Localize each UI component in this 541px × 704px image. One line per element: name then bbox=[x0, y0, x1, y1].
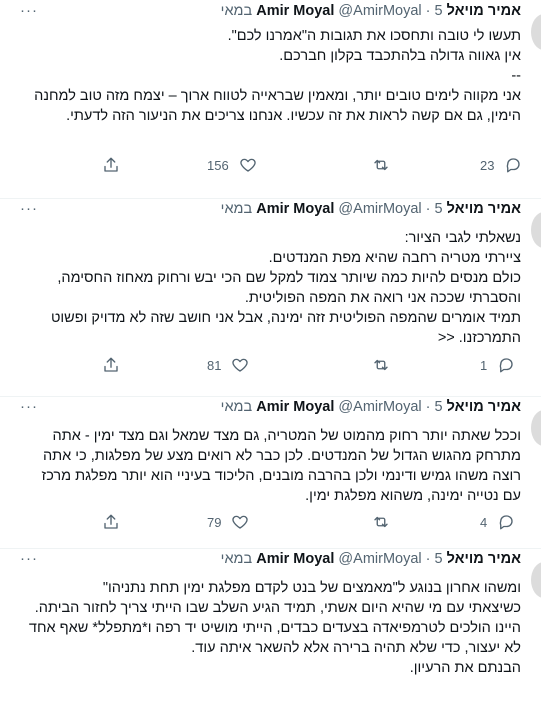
tweet-3[interactable]: ··· אמיר מויאל Amir Moyal @AmirMoyal · 5… bbox=[0, 396, 541, 549]
avatar[interactable] bbox=[531, 410, 541, 446]
tweet-2[interactable]: ··· אמיר מויאל Amir Moyal @AmirMoyal · 5… bbox=[0, 198, 541, 397]
retweet-icon bbox=[374, 159, 388, 171]
header-separator: · bbox=[425, 551, 431, 567]
more-options-icon[interactable]: ··· bbox=[20, 200, 38, 217]
avatar[interactable] bbox=[531, 212, 541, 248]
like-count: 81 bbox=[207, 357, 222, 373]
reply-button[interactable]: 4 bbox=[480, 513, 515, 531]
reply-icon bbox=[499, 515, 513, 530]
more-options-icon[interactable]: ··· bbox=[20, 2, 38, 19]
tweet-header: אמיר מויאל Amir Moyal @AmirMoyal · 5 במא… bbox=[221, 399, 521, 415]
avatar[interactable] bbox=[531, 14, 541, 50]
tweet-text: ומשהו אחרון בנוגע ל"מאמצים של בנט לקדם מ… bbox=[28, 580, 521, 676]
heart-icon bbox=[232, 515, 249, 529]
more-options-icon[interactable]: ··· bbox=[20, 398, 38, 415]
share-button[interactable] bbox=[102, 356, 120, 374]
share-icon bbox=[104, 514, 118, 529]
author-handle[interactable]: @AmirMoyal bbox=[338, 3, 421, 19]
tweet-actions: 81 1 bbox=[0, 356, 541, 380]
like-count: 79 bbox=[207, 514, 222, 530]
tweet-header: אמיר מויאל Amir Moyal @AmirMoyal · 5 במא… bbox=[221, 551, 521, 567]
header-separator: · bbox=[425, 3, 431, 19]
share-icon bbox=[104, 357, 118, 372]
reply-count: 23 bbox=[480, 157, 495, 173]
reply-count: 4 bbox=[480, 514, 488, 530]
like-button[interactable]: 79 bbox=[207, 513, 249, 531]
share-button[interactable] bbox=[102, 513, 120, 531]
retweet-button[interactable] bbox=[372, 156, 402, 174]
retweet-button[interactable] bbox=[372, 356, 402, 374]
tweet-4[interactable]: ··· אמיר מויאל Amir Moyal @AmirMoyal · 5… bbox=[0, 548, 541, 704]
tweet-1[interactable]: ··· אמיר מויאל Amir Moyal @AmirMoyal · 5… bbox=[0, 0, 541, 199]
reply-icon bbox=[507, 158, 521, 173]
tweet-header: אמיר מויאל Amir Moyal @AmirMoyal · 5 במא… bbox=[221, 3, 521, 19]
heart-icon bbox=[240, 158, 256, 172]
share-button[interactable] bbox=[102, 156, 120, 174]
tweet-header: אמיר מויאל Amir Moyal @AmirMoyal · 5 במא… bbox=[221, 201, 521, 217]
tweet-text: נשאלתי לגבי הציור: ציירתי מטריה רחבה שהי… bbox=[50, 230, 521, 346]
tweet-text: וככל שאתה יותר רחוק מהמוט של המטריה, גם … bbox=[37, 428, 521, 504]
author-handle[interactable]: @AmirMoyal bbox=[338, 399, 421, 415]
header-separator: · bbox=[425, 201, 431, 217]
like-button[interactable]: 156 bbox=[207, 156, 257, 174]
like-count: 156 bbox=[207, 157, 229, 173]
reply-count: 1 bbox=[480, 357, 488, 373]
tweet-actions: 79 4 bbox=[0, 513, 541, 537]
reply-icon bbox=[499, 358, 513, 373]
author-handle[interactable]: @AmirMoyal bbox=[338, 201, 421, 217]
reply-button[interactable]: 1 bbox=[480, 356, 515, 374]
tweet-actions: 156 23 bbox=[0, 156, 541, 180]
retweet-icon bbox=[374, 516, 388, 528]
more-options-icon[interactable]: ··· bbox=[20, 550, 38, 567]
retweet-button[interactable] bbox=[372, 513, 402, 531]
share-icon bbox=[104, 157, 118, 172]
like-button[interactable]: 81 bbox=[207, 356, 249, 374]
avatar[interactable] bbox=[531, 562, 541, 598]
retweet-icon bbox=[374, 359, 388, 371]
tweet-text: תעשו לי טובה ותחסכו את תגובות ה"אמרנו לכ… bbox=[34, 28, 521, 124]
reply-button[interactable]: 23 bbox=[480, 156, 522, 174]
header-separator: · bbox=[425, 399, 431, 415]
author-handle[interactable]: @AmirMoyal bbox=[338, 551, 421, 567]
heart-icon bbox=[232, 358, 249, 372]
